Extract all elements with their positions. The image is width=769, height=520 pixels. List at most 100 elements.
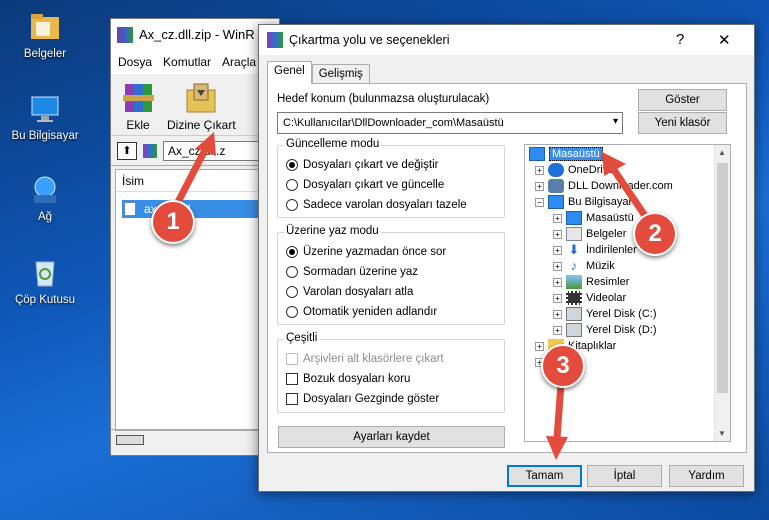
tree-item-videos[interactable]: + Videolar (553, 290, 626, 306)
expand-icon[interactable]: + (535, 165, 544, 175)
tree-item-label: Masaüstü (586, 212, 634, 224)
tree-item-documents[interactable]: + Belgeler (553, 226, 626, 242)
checkbox[interactable] (286, 373, 298, 385)
radio-freshen-existing[interactable]: Sadece varolan dosyaları tazele (286, 199, 467, 211)
checkbox[interactable] (286, 393, 298, 405)
menu-commands[interactable]: Komutlar (163, 55, 211, 69)
music-note-icon: ♪ (570, 258, 578, 273)
tree-item-music[interactable]: + ♪ Müzik (553, 258, 615, 274)
radio-extract-update[interactable]: Dosyaları çıkart ve güncelle (286, 179, 444, 191)
desktop-icon-recycle-bin[interactable]: Çöp Kutusu (8, 256, 82, 306)
scroll-down-icon[interactable]: ▼ (718, 429, 726, 438)
tab-advanced[interactable]: Gelişmiş (311, 64, 370, 83)
check-show-in-explorer[interactable]: Dosyaları Gezginde göster (286, 393, 439, 405)
menu-file[interactable]: Dosya (118, 55, 152, 69)
check-keep-broken-files[interactable]: Bozuk dosyaları koru (286, 373, 410, 385)
radio-rename-automatically[interactable]: Otomatik yeniden adlandır (286, 306, 437, 318)
step-badge-3: 3 (541, 344, 585, 388)
tree-item-pictures[interactable]: + Resimler (553, 274, 629, 290)
ok-button[interactable]: Tamam (507, 465, 582, 487)
expand-icon[interactable]: + (553, 229, 562, 239)
checkbox (286, 353, 298, 365)
expand-icon[interactable]: + (553, 293, 562, 303)
scroll-thumb[interactable] (717, 163, 728, 393)
radio-button[interactable] (286, 286, 298, 298)
expand-icon[interactable]: + (553, 309, 562, 319)
radio-button[interactable] (286, 246, 298, 258)
radio-button[interactable] (286, 199, 298, 211)
save-settings-button[interactable]: Ayarları kaydet (278, 426, 505, 448)
radio-skip-existing[interactable]: Varolan dosyaları atla (286, 286, 413, 298)
expand-icon[interactable]: + (553, 325, 562, 335)
radio-button[interactable] (286, 159, 298, 171)
extract-to-button-label: Dizine Çıkart (167, 118, 236, 132)
chevron-down-icon[interactable]: ▾ (613, 116, 618, 127)
collapse-icon[interactable]: − (535, 197, 544, 207)
winrar-title-bar[interactable]: Ax_cz.dll.zip - WinR (111, 19, 279, 50)
recycle-bin-icon (28, 256, 62, 290)
cancel-button[interactable]: İptal (587, 465, 662, 487)
add-button[interactable]: Ekle (119, 80, 157, 132)
update-mode-group: Güncelleme modu Dosyaları çıkart ve deği… (277, 138, 505, 218)
option-label: Otomatik yeniden adlandır (303, 306, 438, 318)
desktop-icon (529, 147, 545, 161)
expand-icon[interactable]: + (535, 341, 544, 351)
computer-icon (548, 195, 564, 209)
desktop-icon (566, 211, 582, 225)
expand-icon[interactable]: + (553, 261, 562, 271)
desktop-icon-network[interactable]: Ağ (8, 173, 82, 223)
option-label: Arşivleri alt klasörlere çıkart (303, 353, 444, 365)
winrar-file-list[interactable]: İsim ax_cz.dll (115, 169, 280, 431)
help-button[interactable]: Yardım (669, 465, 744, 487)
radio-button[interactable] (286, 306, 298, 318)
tree-item-label: OneDrive (568, 164, 615, 176)
winrar-window: Ax_cz.dll.zip - WinR Dosya Komutlar Araç… (110, 18, 280, 456)
archive-path-field[interactable]: Ax_cz.dll.z (163, 140, 273, 161)
tab-general[interactable]: Genel (267, 61, 312, 84)
overwrite-mode-title: Üzerine yaz modu (284, 225, 381, 237)
scroll-up-icon[interactable]: ▲ (718, 148, 726, 157)
close-icon[interactable]: ✕ (718, 31, 731, 49)
tree-item-user[interactable]: + DLL Downloader.com (535, 178, 673, 194)
option-label: Dosyaları çıkart ve değiştir (303, 159, 439, 171)
tree-item-label: Bu Bilgisayar (568, 196, 633, 208)
tree-item-this-pc[interactable]: − Bu Bilgisayar (535, 194, 632, 210)
tree-item-desktop[interactable]: Masaüstü (529, 146, 603, 162)
expand-icon[interactable]: + (553, 245, 562, 255)
radio-overwrite-without-prompt[interactable]: Sormadan üzerine yaz (286, 266, 418, 278)
destination-path-combo[interactable]: C:\Kullanıcılar\DllDownloader_com\Masaüs… (277, 112, 623, 134)
radio-ask-before-overwrite[interactable]: Üzerine yazmadan önce sor (286, 246, 446, 258)
menu-tools[interactable]: Araçla (222, 55, 256, 69)
tree-item-downloads[interactable]: + ⬇ İndirilenler (553, 242, 637, 258)
up-folder-button[interactable]: ⬆ (117, 141, 137, 160)
dialog-title-bar[interactable]: Çıkartma yolu ve seçenekleri ? ✕ (259, 25, 754, 55)
new-folder-button[interactable]: Yeni klasör (638, 112, 727, 134)
expand-icon[interactable]: + (535, 181, 544, 191)
expand-icon[interactable]: + (553, 277, 562, 287)
radio-extract-replace[interactable]: Dosyaları çıkart ve değiştir (286, 159, 439, 171)
help-title-button[interactable]: ? (676, 31, 684, 48)
dialog-title: Çıkartma yolu ve seçenekleri (289, 33, 450, 47)
option-label: Sormadan üzerine yaz (303, 266, 419, 278)
desktop-icon-this-pc[interactable]: Bu Bilgisayar (8, 92, 82, 142)
tree-item-disk-d[interactable]: + Yerel Disk (D:) (553, 322, 657, 338)
tree-item-onedrive[interactable]: + OneDrive (535, 162, 614, 178)
tree-item-pc-desktop[interactable]: + Masaüstü (553, 210, 634, 226)
file-row[interactable]: ax_cz.dll (122, 200, 272, 218)
desktop-icon-documents[interactable]: Belgeler (8, 10, 82, 60)
extract-to-button[interactable]: Dizine Çıkart (167, 80, 236, 132)
radio-button[interactable] (286, 179, 298, 191)
folder-tree[interactable]: Masaüstü + OneDrive + DLL Downloader.com −… (524, 144, 731, 442)
show-button[interactable]: Göster (638, 89, 727, 111)
column-header-name[interactable]: İsim (116, 170, 279, 192)
radio-button[interactable] (286, 266, 298, 278)
tree-item-disk-c[interactable]: + Yerel Disk (C:) (553, 306, 657, 322)
tree-vertical-scrollbar[interactable]: ▲ ▼ (714, 145, 730, 441)
expand-icon[interactable]: + (553, 213, 562, 223)
desktop-icon-label: Ağ (37, 211, 53, 223)
network-icon (28, 173, 62, 207)
winrar-menu-bar: Dosya Komutlar Araçla (111, 50, 279, 74)
misc-title: Çeşitli (284, 332, 320, 344)
documents-icon (566, 227, 582, 241)
dll-file-icon (124, 202, 136, 216)
